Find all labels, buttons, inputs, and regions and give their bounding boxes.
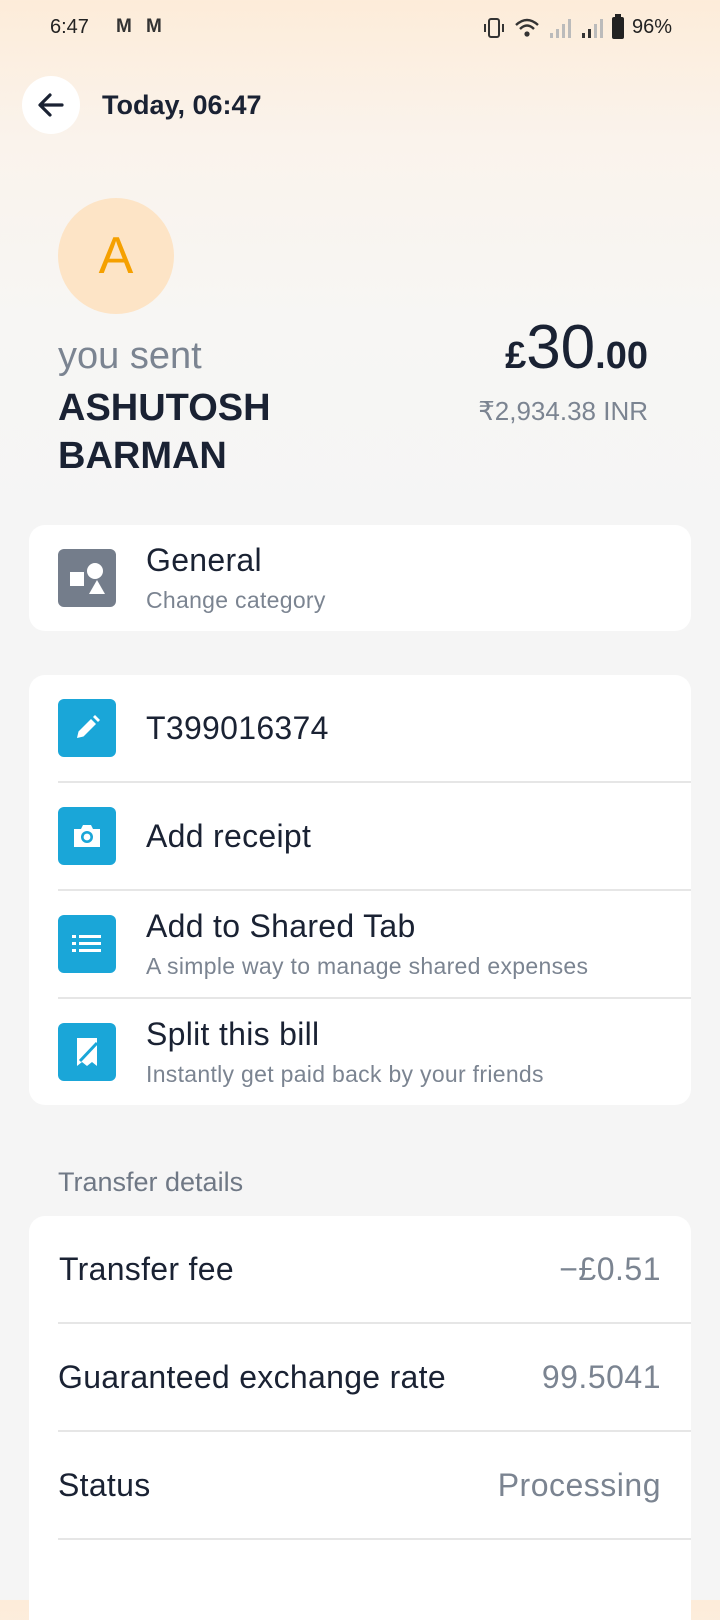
exchange-rate-label: Guaranteed exchange rate [58,1358,446,1395]
status-bar: 6:47 M M 96% [0,0,720,56]
transfer-details-heading: Transfer details [58,1167,244,1197]
page-title: Today, 06:47 [102,90,262,120]
add-receipt-title: Add receipt [146,817,312,854]
wifi-icon [515,18,539,37]
signal-icon [581,18,603,38]
category-row[interactable]: General Change category [29,525,691,631]
shared-tab-row[interactable]: Add to Shared Tab A simple way to manage… [58,889,691,997]
split-bill-title: Split this bill [146,1016,320,1052]
category-card[interactable]: General Change category [29,525,691,631]
transfer-fee-label: Transfer fee [59,1250,234,1287]
battery-percent: 96% [631,16,672,38]
status-icons: 96% [482,13,672,39]
camera-icon [58,807,116,865]
shared-tab-title: Add to Shared Tab [146,908,416,944]
transfer-fee-row: Transfer fee −£0.51 [29,1216,691,1322]
category-title: General [146,542,262,578]
receipt-split-icon [58,1023,116,1081]
gmail-notification-icon: M [146,16,162,37]
shared-tab-subtitle: A simple way to manage shared expenses [146,953,589,979]
detail-row-partial [58,1538,691,1600]
status-row: Status Processing [58,1430,691,1538]
status-value: Processing [497,1466,661,1503]
reference-title: T399016374 [146,709,329,746]
list-icon [58,915,116,973]
exchange-rate-row: Guaranteed exchange rate 99.5041 [58,1322,691,1430]
avatar: A [58,198,174,314]
transfer-details-card: Transfer fee −£0.51 Guaranteed exchange … [29,1216,691,1620]
amount-main: 30 [526,313,596,382]
vibrate-icon [483,17,504,38]
split-bill-subtitle: Instantly get paid back by your friends [146,1061,544,1087]
shapes-icon [70,563,105,594]
signal-icon [549,18,571,38]
add-receipt-row[interactable]: Add receipt [58,781,691,889]
back-button[interactable] [22,76,80,134]
status-time: 6:47 [50,16,89,38]
converted-amount: ₹2,934.38 INR [478,396,648,426]
actions-card: T399016374 Add receipt Add to Shared Tab… [29,675,691,1105]
avatar-initial: A [98,227,134,285]
sent-label: you sent [58,335,202,377]
amount-decimals: .00 [595,335,648,377]
status-label: Status [58,1466,151,1503]
transfer-fee-value: −£0.51 [559,1250,661,1287]
reference-row[interactable]: T399016374 [29,675,691,781]
pencil-icon [58,699,116,757]
category-icon [58,549,116,607]
split-bill-row[interactable]: Split this bill Instantly get paid back … [58,997,691,1105]
amount-currency: £ [505,335,527,377]
amount: £30.00 [505,312,648,383]
arrow-left-icon [38,93,64,117]
exchange-rate-value: 99.5041 [541,1358,661,1395]
recipient-name: ASHUTOSH BARMAN [58,387,271,477]
gmail-notification-icon: M [116,16,132,37]
battery-icon [611,13,624,39]
header: Today, 06:47 [22,76,698,134]
category-subtitle: Change category [146,587,326,613]
